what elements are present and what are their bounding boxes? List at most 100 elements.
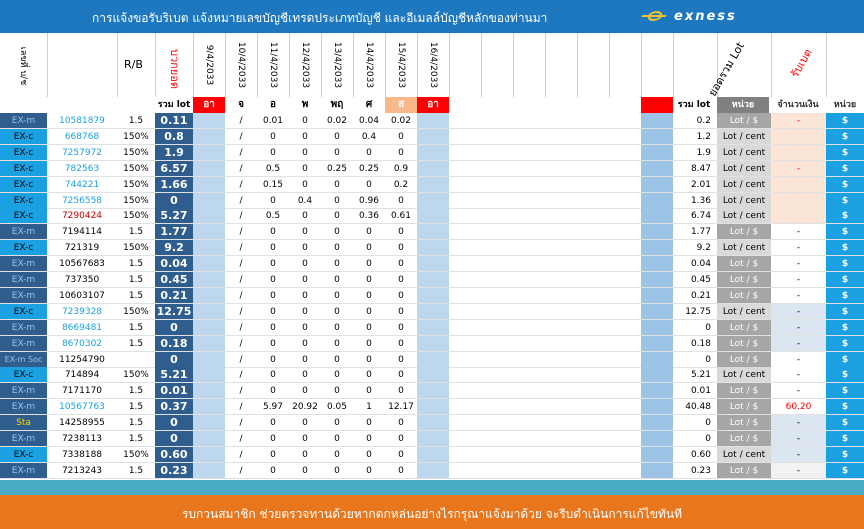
day-value: 0 xyxy=(289,113,321,129)
rb-value: 1.5 xyxy=(117,463,155,479)
account-type: EX-c xyxy=(0,144,47,161)
spacer-cell xyxy=(449,240,641,257)
marker-cell xyxy=(641,415,673,432)
spacer-cell xyxy=(449,431,641,447)
account-type: EX-m xyxy=(0,319,47,336)
unit-value: Lot / cent xyxy=(717,160,771,177)
day-value: 0 xyxy=(385,336,417,352)
day-value xyxy=(417,176,449,193)
day-value xyxy=(193,240,225,257)
currency: $ xyxy=(826,446,864,463)
day-value: 0 xyxy=(321,272,353,288)
total-lot: 0.8 xyxy=(155,128,193,145)
sum-lot-label: รวม lot xyxy=(157,100,191,110)
day-value: 0.5 xyxy=(257,208,289,225)
currency: $ xyxy=(826,160,864,177)
rb-value: 1.5 xyxy=(117,288,155,304)
marker-cell xyxy=(641,287,673,304)
date-header: 15/4/2033 xyxy=(396,41,406,89)
rb-value: 1.5 xyxy=(117,224,155,241)
currency: $ xyxy=(826,351,864,368)
day-value: 0 xyxy=(353,463,385,479)
total-lot: 5.27 xyxy=(155,208,193,225)
marker-cell xyxy=(641,192,673,209)
unit-value: Lot / $ xyxy=(717,224,771,241)
day-value xyxy=(417,287,449,304)
day-value: 0.25 xyxy=(353,161,385,177)
day-value: 0 xyxy=(289,272,321,288)
day-value: 0.36 xyxy=(353,208,385,225)
sum-lot: 1.77 xyxy=(673,224,717,241)
rb-value: 1.5 xyxy=(117,256,155,273)
total-lot: 12.75 xyxy=(155,303,193,320)
account-header: เลขที่ บ/ช xyxy=(18,46,28,86)
unit-value: Lot / $ xyxy=(717,272,771,288)
day-value: 0 xyxy=(353,336,385,352)
rebate-amount: - xyxy=(771,240,826,257)
header-divider xyxy=(771,33,772,97)
day-value xyxy=(417,144,449,161)
unit-value: Lot / $ xyxy=(717,415,771,432)
day-header: พ xyxy=(301,99,309,110)
day-value: 0 xyxy=(321,431,353,447)
rb-value: 1.5 xyxy=(117,383,155,400)
marker-cell xyxy=(641,351,673,368)
account-number: 668768 xyxy=(47,129,117,145)
day-value: 0 xyxy=(385,224,417,241)
red-marker xyxy=(641,97,673,113)
sum-lot: 8.47 xyxy=(673,161,717,177)
day-value: 0 xyxy=(353,256,385,273)
rebate-amount xyxy=(771,128,826,145)
account-number: 782563 xyxy=(47,161,117,177)
day-value xyxy=(193,319,225,336)
header-divider xyxy=(577,33,578,97)
total-lot: 0 xyxy=(155,431,193,447)
day-value xyxy=(193,208,225,225)
day-value: / xyxy=(225,272,257,288)
sum-lot: 5.21 xyxy=(673,367,717,384)
day-value: 0.05 xyxy=(321,399,353,416)
unit-value: Lot / $ xyxy=(717,399,771,416)
day-value: 0 xyxy=(385,431,417,447)
day-value xyxy=(417,383,449,400)
day-value: 0 xyxy=(257,383,289,400)
spacer-cell xyxy=(449,383,641,400)
header-divider xyxy=(257,33,258,97)
sum-lot: 6.74 xyxy=(673,208,717,225)
day-value: 0 xyxy=(257,336,289,352)
unit-value: Lot / $ xyxy=(717,351,771,368)
day-value: 0 xyxy=(321,193,353,209)
day-value: 0 xyxy=(257,320,289,336)
rebate-amount: - xyxy=(771,256,826,273)
spacer-cell xyxy=(449,193,641,209)
day-value: 0 xyxy=(257,367,289,384)
header-divider xyxy=(47,33,48,97)
day-value xyxy=(193,144,225,161)
day-value xyxy=(417,367,449,384)
rb-value: 150% xyxy=(117,447,155,463)
rb-value: 150% xyxy=(117,145,155,161)
day-value: 0 xyxy=(385,240,417,257)
day-value: 0 xyxy=(289,161,321,177)
rebate-amount xyxy=(771,176,826,193)
day-value: 0 xyxy=(321,240,353,257)
currency: $ xyxy=(826,256,864,273)
marker-cell xyxy=(641,383,673,400)
day-value: 0.5 xyxy=(257,161,289,177)
header-divider xyxy=(155,33,156,97)
day-value: 0 xyxy=(353,367,385,384)
day-value: 0 xyxy=(353,320,385,336)
total-lot: 6.57 xyxy=(155,160,193,177)
day-value: 0 xyxy=(257,352,289,368)
sum-lot-right-label: รวม lot xyxy=(677,100,711,110)
spacer-cell xyxy=(449,256,641,273)
rb-value: 150% xyxy=(117,304,155,320)
rb-value: 150% xyxy=(117,161,155,177)
marker-cell xyxy=(641,144,673,161)
account-number: 10567763 xyxy=(47,399,117,416)
day-value xyxy=(417,415,449,432)
rebate-amount: - xyxy=(771,160,826,177)
day-value: / xyxy=(225,240,257,257)
unit2-label: หน่วย xyxy=(833,100,857,110)
day-value: / xyxy=(225,367,257,384)
